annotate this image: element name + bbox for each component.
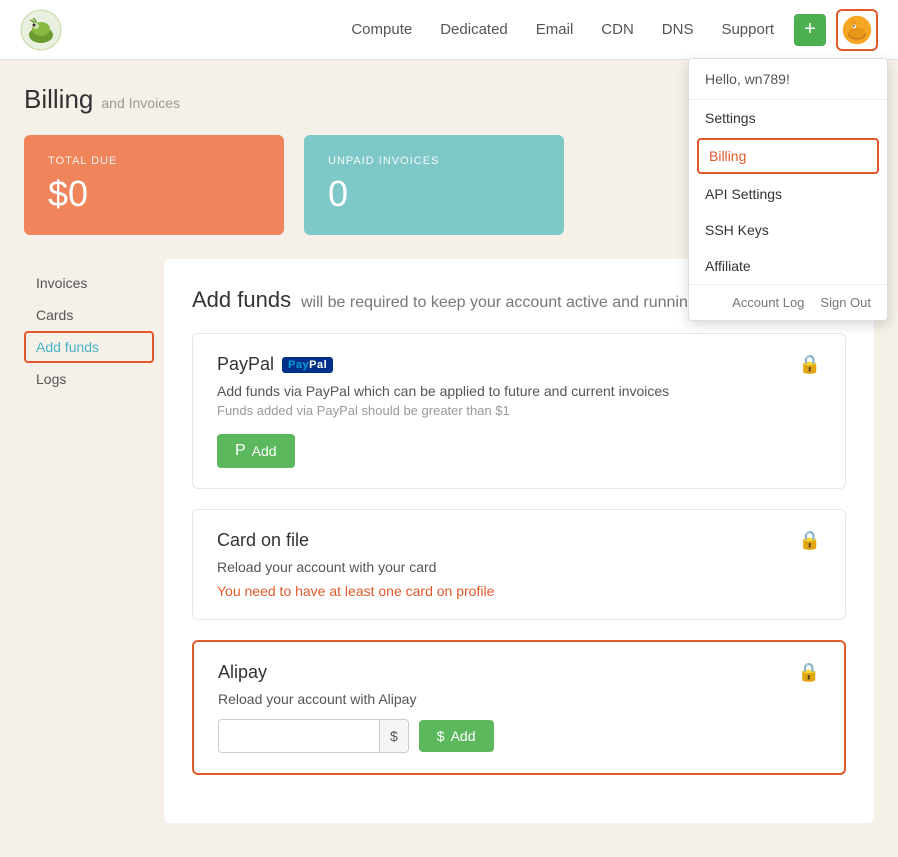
- card-title: Card on file: [217, 530, 309, 551]
- paypal-icon: P: [235, 442, 246, 460]
- alipay-lock-icon: 🔒: [798, 662, 820, 683]
- avatar-button[interactable]: [836, 9, 878, 51]
- paypal-badge-pay: Pay: [288, 359, 309, 371]
- nav-dedicated[interactable]: Dedicated: [440, 21, 508, 38]
- alipay-section: Alipay 🔒 Reload your account with Alipay…: [192, 640, 846, 775]
- logo[interactable]: [20, 9, 62, 51]
- total-due-card: TOTAL DUE $0: [24, 135, 284, 235]
- sidebar-item-add-funds[interactable]: Add funds: [24, 331, 154, 363]
- paypal-badge: PayPal: [282, 357, 333, 373]
- unpaid-invoices-card: UNPAID INVOICES 0: [304, 135, 564, 235]
- card-on-file-section: Card on file 🔒 Reload your account with …: [192, 509, 846, 620]
- unpaid-invoices-value: 0: [328, 173, 540, 215]
- nav-dns[interactable]: DNS: [662, 21, 694, 38]
- user-dropdown: Hello, wn789! Settings Billing API Setti…: [688, 58, 888, 321]
- nav-support[interactable]: Support: [721, 21, 774, 38]
- dropdown-ssh-keys[interactable]: SSH Keys: [689, 212, 887, 248]
- sidebar: Invoices Cards Add funds Logs: [24, 259, 154, 823]
- header: Compute Dedicated Email CDN DNS Support …: [0, 0, 898, 60]
- sidebar-item-cards[interactable]: Cards: [24, 299, 154, 331]
- sign-out-link[interactable]: Sign Out: [820, 295, 871, 310]
- paypal-section: PayPal PayPal 🔒 Add funds via PayPal whi…: [192, 333, 846, 489]
- paypal-add-label: Add: [252, 443, 277, 459]
- card-warning: You need to have at least one card on pr…: [217, 583, 821, 599]
- paypal-desc: Add funds via PayPal which can be applie…: [217, 383, 821, 399]
- sidebar-item-logs[interactable]: Logs: [24, 363, 154, 395]
- paypal-title: PayPal PayPal: [217, 354, 333, 375]
- paypal-title-text: PayPal: [217, 354, 274, 375]
- alipay-add-label: Add: [451, 728, 476, 744]
- total-due-label: TOTAL DUE: [48, 155, 260, 167]
- card-title-row: Card on file 🔒: [217, 530, 821, 551]
- nav-cdn[interactable]: CDN: [601, 21, 634, 38]
- main-nav: Compute Dedicated Email CDN DNS Support: [351, 21, 774, 38]
- content-title-rest: will be required to keep your account ac…: [301, 294, 697, 311]
- card-lock-icon: 🔒: [799, 530, 821, 551]
- dropdown-affiliate[interactable]: Affiliate: [689, 248, 887, 284]
- dropdown-api-settings[interactable]: API Settings: [689, 176, 887, 212]
- main-layout: Invoices Cards Add funds Logs Add funds …: [24, 259, 874, 823]
- alipay-amount-wrapper: $: [218, 719, 409, 753]
- card-desc: Reload your account with your card: [217, 559, 821, 575]
- dropdown-greeting: Hello, wn789!: [689, 59, 887, 100]
- header-actions: +: [794, 9, 878, 51]
- alipay-title-row: Alipay 🔒: [218, 662, 820, 683]
- card-title-text: Card on file: [217, 530, 309, 551]
- plus-button[interactable]: +: [794, 14, 826, 46]
- sidebar-item-invoices[interactable]: Invoices: [24, 267, 154, 299]
- billing-subtitle: and Invoices: [101, 95, 180, 111]
- content-title-bold: Add funds: [192, 287, 291, 312]
- paypal-note: Funds added via PayPal should be greater…: [217, 403, 821, 418]
- alipay-desc: Reload your account with Alipay: [218, 691, 820, 707]
- nav-compute[interactable]: Compute: [351, 21, 412, 38]
- paypal-title-row: PayPal PayPal 🔒: [217, 354, 821, 375]
- alipay-dollar-prefix: $: [437, 728, 445, 744]
- nav-email[interactable]: Email: [536, 21, 574, 38]
- alipay-title: Alipay: [218, 662, 267, 683]
- paypal-add-button[interactable]: P Add: [217, 434, 295, 468]
- dropdown-settings[interactable]: Settings: [689, 100, 887, 136]
- alipay-dollar-sign: $: [379, 720, 408, 752]
- account-log-link[interactable]: Account Log: [732, 295, 804, 310]
- alipay-amount-input[interactable]: [219, 720, 379, 752]
- dropdown-footer: Account Log Sign Out: [689, 284, 887, 320]
- page-title: Billing: [24, 84, 93, 115]
- total-due-value: $0: [48, 173, 260, 215]
- paypal-badge-pal: Pal: [309, 359, 327, 371]
- alipay-add-button[interactable]: $ Add: [419, 720, 494, 752]
- main-content: Add funds will be required to keep your …: [164, 259, 874, 823]
- dropdown-billing[interactable]: Billing: [697, 138, 879, 174]
- unpaid-invoices-label: UNPAID INVOICES: [328, 155, 540, 167]
- paypal-lock-icon: 🔒: [799, 354, 821, 375]
- alipay-input-row: $ $ Add: [218, 719, 820, 753]
